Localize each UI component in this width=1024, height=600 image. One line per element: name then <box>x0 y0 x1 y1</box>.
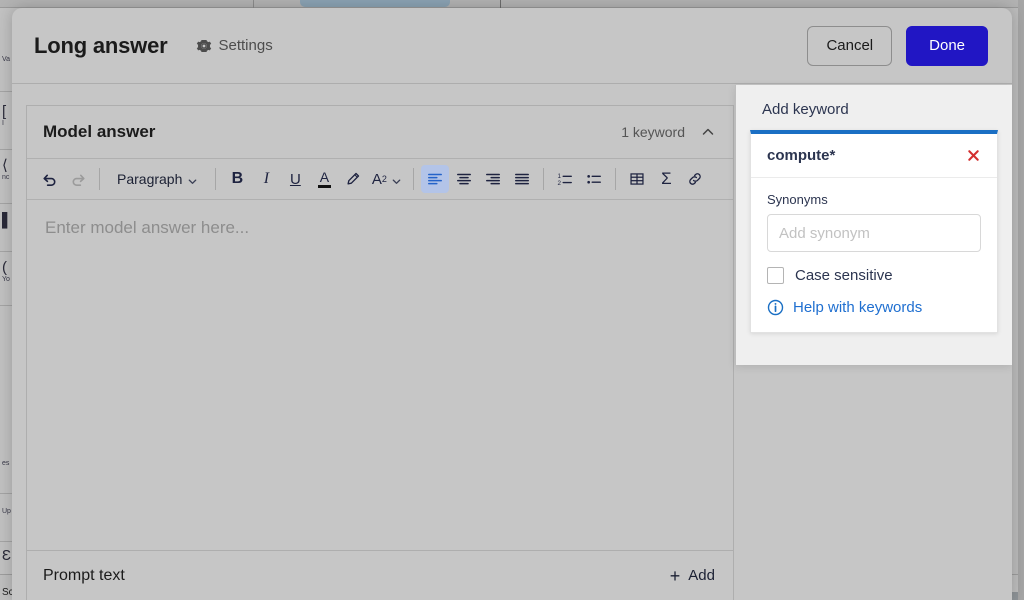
table-icon[interactable] <box>623 165 651 193</box>
italic-label: I <box>263 170 270 187</box>
sigma-icon: Σ <box>661 169 672 188</box>
add-prompt-text-button[interactable]: + Add <box>670 567 715 585</box>
paragraph-style-dropdown[interactable]: Paragraph <box>110 165 205 193</box>
italic-button[interactable]: I <box>252 165 280 193</box>
align-right-icon[interactable] <box>479 165 507 193</box>
align-justify-icon[interactable] <box>508 165 536 193</box>
model-answer-editor[interactable]: Enter model answer here... <box>27 200 733 522</box>
bullet-list-icon[interactable] <box>580 165 608 193</box>
settings-button[interactable]: Settings <box>196 37 273 54</box>
background-active-tab[interactable] <box>300 0 450 7</box>
keyword-card-body: Synonyms Case sensitive <box>751 178 997 332</box>
long-answer-modal: Long answer Settings Cancel Done Model a… <box>12 8 1012 600</box>
bold-button[interactable]: B <box>223 165 251 193</box>
toolbar-separator <box>543 168 545 190</box>
plus-icon: + <box>669 565 681 586</box>
prompt-text-label: Prompt text <box>43 566 125 584</box>
page-title: Long answer <box>34 32 168 58</box>
modal-header: Long answer Settings Cancel Done <box>12 8 1012 84</box>
keyword-card-header: compute* <box>751 134 997 178</box>
text-color-swatch <box>317 185 331 188</box>
formula-sigma-button[interactable]: Σ <box>652 165 680 193</box>
add-keyword-title: Add keyword <box>762 101 849 118</box>
case-sensitive-checkbox[interactable] <box>767 267 784 284</box>
chevron-down-icon[interactable] <box>391 174 402 185</box>
model-answer-header: Model answer 1 keyword <box>27 106 733 159</box>
help-with-keywords-label: Help with keywords <box>793 299 923 316</box>
text-color-button[interactable]: A <box>310 165 338 193</box>
case-sensitive-toggle[interactable]: Case sensitive <box>767 267 981 284</box>
text-color-label: A <box>319 169 330 185</box>
undo-icon[interactable] <box>35 165 63 193</box>
align-left-icon[interactable] <box>421 165 450 193</box>
model-answer-card: Model answer 1 keyword Paragraph B I U A… <box>26 105 734 577</box>
add-prompt-text-label: Add <box>688 567 715 584</box>
background-right-edge <box>1018 0 1024 600</box>
toolbar-separator <box>99 168 100 190</box>
close-icon[interactable] <box>964 146 983 165</box>
toolbar-separator <box>215 168 217 190</box>
chevron-down-icon <box>187 174 198 185</box>
keyword-card: compute* Synonyms Case sensitive <box>750 130 998 333</box>
cancel-button[interactable]: Cancel <box>807 25 893 66</box>
model-answer-placeholder: Enter model answer here... <box>45 218 250 237</box>
editor-toolbar: Paragraph B I U A A 2 1 2 Σ <box>27 159 733 200</box>
align-center-icon[interactable] <box>450 165 478 193</box>
superscript-button[interactable]: A2 <box>368 165 390 193</box>
chevron-up-icon[interactable] <box>701 125 715 139</box>
background-divider-1 <box>253 0 254 8</box>
prompt-text-row: Prompt text + Add <box>26 550 734 600</box>
highlight-pen-icon[interactable] <box>339 165 367 193</box>
case-sensitive-label: Case sensitive <box>795 267 893 284</box>
svg-text:2: 2 <box>558 180 562 187</box>
add-synonym-input[interactable] <box>767 214 981 252</box>
underline-label: U <box>289 170 301 188</box>
background-toolbar <box>0 0 1024 8</box>
add-keyword-panel: Add keyword compute* Synonyms Add synony… <box>735 85 1012 365</box>
synonyms-label: Synonyms <box>767 192 828 207</box>
gear-icon <box>196 38 212 54</box>
link-icon[interactable] <box>681 165 709 193</box>
keyword-term: compute* <box>767 147 836 164</box>
underline-button[interactable]: U <box>281 165 309 193</box>
model-answer-title: Model answer <box>43 122 156 141</box>
toolbar-separator <box>615 168 617 190</box>
help-with-keywords-link[interactable]: Help with keywords <box>767 299 981 316</box>
settings-label: Settings <box>218 37 273 54</box>
keyword-count-label: 1 keyword <box>621 124 685 140</box>
paragraph-style-label: Paragraph <box>117 171 183 187</box>
done-button[interactable]: Done <box>906 25 988 66</box>
superscript-label: A <box>371 170 382 188</box>
superscript-exponent: 2 <box>381 174 387 184</box>
bold-label: B <box>231 170 244 187</box>
info-icon <box>767 299 784 316</box>
redo-icon[interactable] <box>64 165 92 193</box>
modal-body: Model answer 1 keyword Paragraph B I U A… <box>12 84 1012 600</box>
background-divider-2 <box>500 0 501 8</box>
toolbar-separator <box>413 168 415 190</box>
numbered-list-icon[interactable]: 1 2 <box>551 165 579 193</box>
superscript-combo: A2 <box>368 165 406 193</box>
